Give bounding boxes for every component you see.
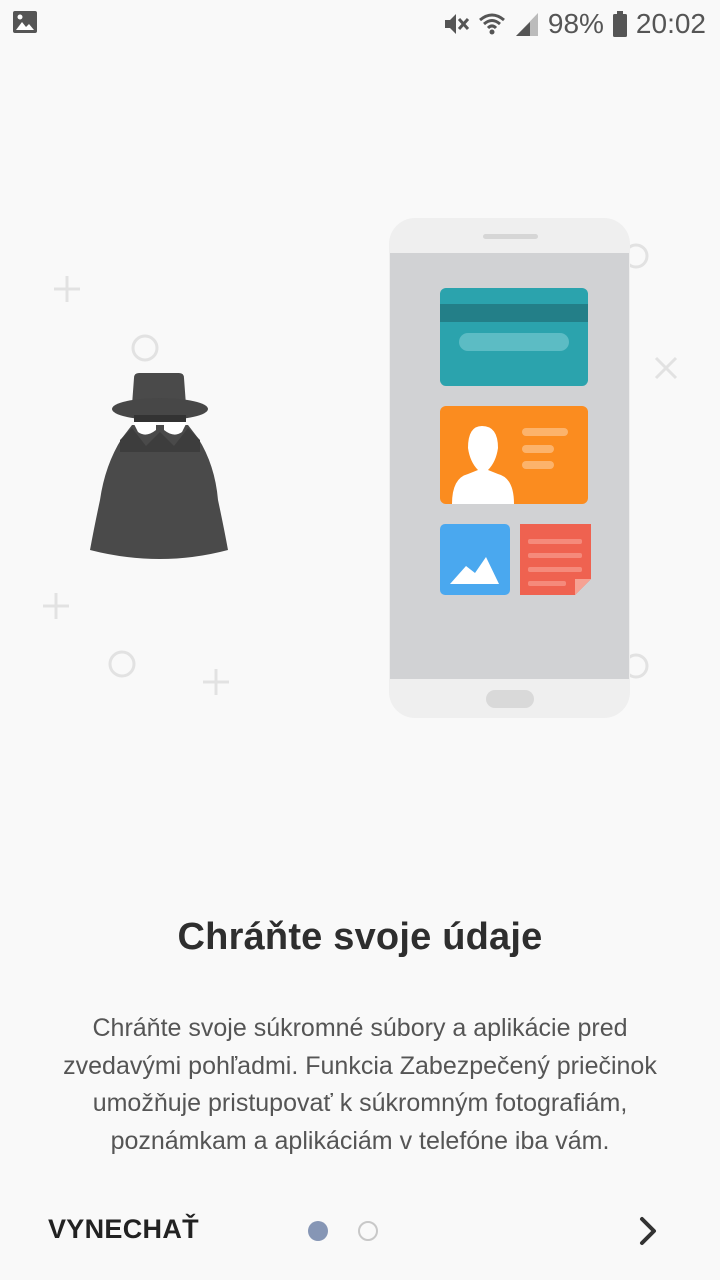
page-title: Chráňte svoje údaje (177, 916, 543, 958)
mute-icon (442, 10, 470, 38)
wifi-icon (478, 10, 506, 38)
page-dot-1[interactable] (308, 1221, 328, 1241)
onboarding-navigation: VYNECHAŤ (0, 1195, 720, 1269)
clock: 20:02 (635, 8, 706, 39)
gallery-notification-icon (12, 10, 38, 39)
onboarding-illustration (0, 180, 720, 740)
status-bar: 98% 20:02 (0, 0, 720, 48)
page-dot-2[interactable] (358, 1221, 378, 1241)
skip-button[interactable]: VYNECHAŤ (48, 1214, 199, 1245)
contact-card-icon (440, 406, 588, 504)
page-description: Chráňte svoje súkromné súbory a aplikáci… (63, 1014, 657, 1155)
next-button[interactable] (632, 1211, 666, 1251)
note-icon (520, 524, 591, 595)
image-icon (440, 524, 510, 595)
battery-percent: 98% (547, 8, 604, 39)
page-indicator (308, 1221, 378, 1241)
signal-icon (514, 10, 540, 38)
battery-icon (612, 10, 628, 38)
credit-card-icon (440, 288, 588, 386)
spy-icon (90, 373, 228, 559)
chevron-right-icon (640, 1217, 656, 1245)
